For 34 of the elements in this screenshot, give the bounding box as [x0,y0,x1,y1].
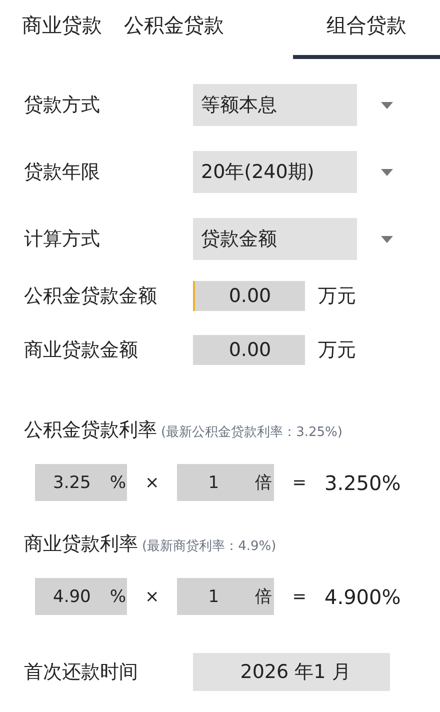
section-title: 商业贷款利率 [24,532,138,557]
multiple-field[interactable]: 1 倍 [177,578,274,615]
dropdown[interactable]: 贷款金额 [193,218,357,260]
caret-icon[interactable] [381,102,393,108]
tab[interactable]: 公积金贷款 [124,0,224,59]
field-label: 商业贷款金额 [24,338,139,363]
rate-field[interactable]: 3.25 % [35,464,127,501]
caret-icon[interactable] [381,236,393,242]
input-field[interactable]: 0.00 [193,335,305,365]
caret-icon[interactable] [381,168,393,176]
unit-label: 万元 [318,284,356,309]
dropdown[interactable]: 等额本息 [193,84,357,126]
rate-note: (最新公积金贷款利率：3.25%) [161,424,342,441]
dropdown[interactable]: 20年(240期) [193,151,357,193]
tab[interactable]: 组合贷款 [293,0,440,59]
times-sign: × [145,472,160,492]
tab[interactable]: 商业贷款 [22,0,102,59]
field-label: 贷款年限 [24,160,101,185]
rate-result: 3.250% [324,470,401,494]
section-title: 公积金贷款利率 [24,418,157,443]
multiple-field[interactable]: 1 倍 [177,464,274,501]
field-label: 计算方式 [24,227,101,252]
equals-sign: = [292,586,306,606]
equals-sign: = [292,472,306,492]
input-field[interactable]: 0.00 [193,281,305,311]
field-label: 贷款方式 [24,93,101,118]
unit-label: 万元 [318,338,356,363]
field-label: 首次还款时间 [24,660,139,685]
times-sign: × [145,586,160,606]
field-label: 公积金贷款金额 [24,284,158,309]
rate-result: 4.900% [324,584,401,608]
rate-field[interactable]: 4.90 % [35,578,127,615]
rate-note: (最新商贷利率：4.9%) [142,538,276,555]
date-picker[interactable]: 2026 年1 月 [193,653,390,691]
